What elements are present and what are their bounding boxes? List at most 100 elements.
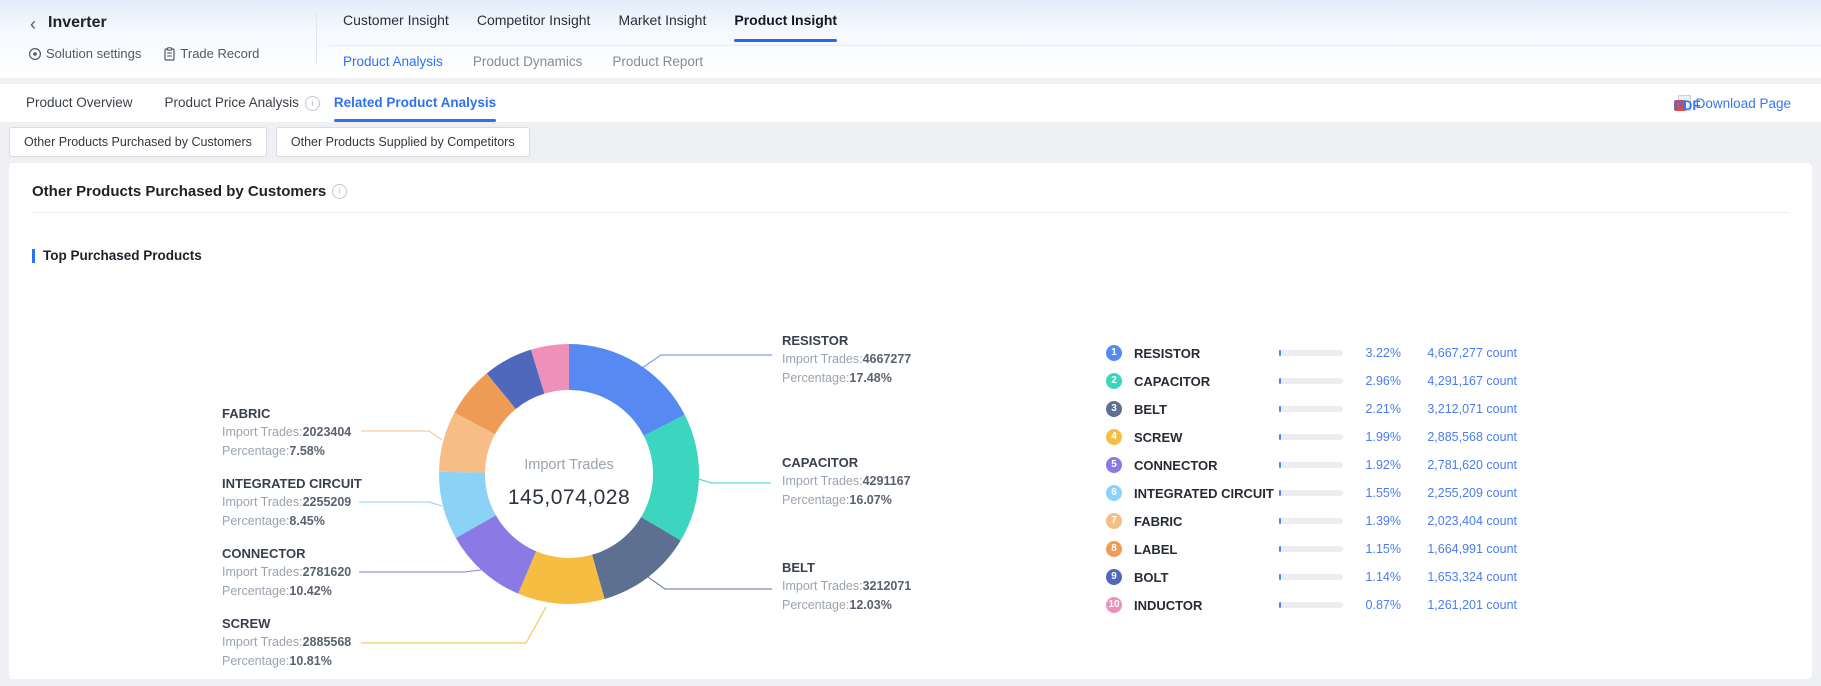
leader-line-connector (359, 570, 481, 572)
ranking-row[interactable]: 7 FABRIC 1.39% 2,023,404 count (1106, 507, 1518, 535)
info-icon[interactable]: i (305, 96, 320, 111)
trade-record-link[interactable]: Trade Record (163, 46, 259, 61)
page: ‹ Inverter Solution settings Trade Recor… (0, 0, 1821, 686)
page-title: Inverter (48, 14, 107, 32)
tab-customer-insight[interactable]: Customer Insight (343, 12, 449, 42)
tab-product-dynamics[interactable]: Product Dynamics (473, 54, 583, 69)
donut-center-value: 145,074,028 (469, 486, 669, 510)
rank-badge: 6 (1106, 485, 1122, 501)
rank-bar (1279, 518, 1343, 524)
rank-percent: 2.21% (1353, 402, 1401, 416)
rank-count[interactable]: 1,653,324 count (1411, 570, 1517, 584)
leader-line-fabric (361, 431, 442, 440)
tab-competitor-insight[interactable]: Competitor Insight (477, 12, 591, 42)
related-filter-buttons: Other Products Purchased by Customers Ot… (9, 127, 530, 157)
rank-percent: 3.22% (1353, 346, 1401, 360)
primary-tabs: Customer Insight Competitor Insight Mark… (343, 12, 837, 42)
tab-related-product-analysis[interactable]: Related Product Analysis (334, 84, 496, 122)
callout-screw: SCREW Import Trades:2885568 Percentage:1… (222, 614, 351, 671)
rank-badge: 7 (1106, 513, 1122, 529)
rank-name: CONNECTOR (1134, 458, 1274, 473)
back-chevron-icon[interactable]: ‹ (30, 14, 36, 35)
donut-slice-resistor[interactable] (569, 344, 685, 436)
analysis-toolbar: Product Overview Product Price Analysis … (0, 84, 1821, 122)
analysis-tabs: Product Overview Product Price Analysis … (26, 84, 496, 122)
rank-name: BOLT (1134, 570, 1274, 585)
secondary-tabs: Product Analysis Product Dynamics Produc… (343, 54, 703, 69)
rank-count[interactable]: 2,885,568 count (1411, 430, 1517, 444)
rank-percent: 1.39% (1353, 514, 1401, 528)
button-other-products-supplied[interactable]: Other Products Supplied by Competitors (276, 127, 530, 157)
rank-badge: 8 (1106, 541, 1122, 557)
callout-capacitor: CAPACITOR Import Trades:4291167 Percenta… (782, 453, 911, 510)
button-other-products-purchased[interactable]: Other Products Purchased by Customers (9, 127, 267, 157)
rank-count[interactable]: 1,664,991 count (1411, 542, 1517, 556)
ranking-row[interactable]: 1 RESISTOR 3.22% 4,667,277 count (1106, 339, 1518, 367)
ranking-list: 1 RESISTOR 3.22% 4,667,277 count 2 CAPAC… (1106, 339, 1518, 619)
trade-record-label: Trade Record (180, 46, 259, 61)
ranking-row[interactable]: 6 INTEGRATED CIRCUIT 1.55% 2,255,209 cou… (1106, 479, 1518, 507)
header-divider (316, 13, 317, 65)
donut-center-label: Import Trades 145,074,028 (469, 457, 669, 510)
callout-belt: BELT Import Trades:3212071 Percentage:12… (782, 558, 911, 615)
tab-product-analysis[interactable]: Product Analysis (343, 54, 443, 69)
rank-bar (1279, 602, 1343, 608)
chart-subtitle-label: Top Purchased Products (43, 248, 202, 263)
target-settings-icon (28, 47, 42, 61)
ranking-row[interactable]: 8 LABEL 1.15% 1,664,991 count (1106, 535, 1518, 563)
ranking-row[interactable]: 3 BELT 2.21% 3,212,071 count (1106, 395, 1518, 423)
donut-chart-region: Import Trades 145,074,028 FABRIC Import … (9, 273, 1812, 673)
section-info-icon[interactable]: i (332, 184, 347, 199)
rank-badge: 3 (1106, 401, 1122, 417)
rank-percent: 2.96% (1353, 374, 1401, 388)
leader-line-ic (359, 502, 442, 506)
ranking-row[interactable]: 2 CAPACITOR 2.96% 4,291,167 count (1106, 367, 1518, 395)
pdf-icon: PDF (1674, 95, 1691, 111)
ranking-row[interactable]: 4 SCREW 1.99% 2,885,568 count (1106, 423, 1518, 451)
tab-product-insight[interactable]: Product Insight (734, 12, 837, 42)
rank-percent: 0.87% (1353, 598, 1401, 612)
tab-product-price-analysis[interactable]: Product Price Analysis (165, 84, 299, 122)
rank-badge: 10 (1106, 597, 1122, 613)
rank-bar (1279, 490, 1343, 496)
ranking-row[interactable]: 5 CONNECTOR 1.92% 2,781,620 count (1106, 451, 1518, 479)
callout-resistor: RESISTOR Import Trades:4667277 Percentag… (782, 331, 911, 388)
clipboard-icon (163, 47, 176, 61)
rank-name: BELT (1134, 402, 1274, 417)
rank-bar (1279, 574, 1343, 580)
analysis-card: Other Products Purchased by Customers i … (9, 163, 1812, 679)
rank-count[interactable]: 2,255,209 count (1411, 486, 1517, 500)
callout-integrated-circuit: INTEGRATED CIRCUIT Import Trades:2255209… (222, 474, 362, 531)
leader-line-belt (648, 577, 772, 589)
rank-badge: 2 (1106, 373, 1122, 389)
rank-count[interactable]: 2,781,620 count (1411, 458, 1517, 472)
rank-badge: 9 (1106, 569, 1122, 585)
rank-badge: 4 (1106, 429, 1122, 445)
rank-count[interactable]: 2,023,404 count (1411, 514, 1517, 528)
ranking-row[interactable]: 10 INDUCTOR 0.87% 1,261,201 count (1106, 591, 1518, 619)
rank-name: INDUCTOR (1134, 598, 1274, 613)
rank-count[interactable]: 4,291,167 count (1411, 374, 1517, 388)
tab-market-insight[interactable]: Market Insight (618, 12, 706, 42)
rank-percent: 1.15% (1353, 542, 1401, 556)
chart-subtitle: Top Purchased Products (32, 248, 202, 263)
tabs-underline-track (330, 45, 1821, 46)
tab-product-report[interactable]: Product Report (612, 54, 703, 69)
section-title: Other Products Purchased by Customers (32, 183, 326, 200)
app-header: ‹ Inverter Solution settings Trade Recor… (0, 0, 1821, 78)
ranking-row[interactable]: 9 BOLT 1.14% 1,653,324 count (1106, 563, 1518, 591)
rank-badge: 5 (1106, 457, 1122, 473)
tab-product-overview[interactable]: Product Overview (26, 84, 133, 122)
header-quick-links: Solution settings Trade Record (28, 46, 259, 61)
rank-count[interactable]: 1,261,201 count (1411, 598, 1517, 612)
accent-bar (32, 249, 35, 263)
rank-bar (1279, 434, 1343, 440)
rank-count[interactable]: 3,212,071 count (1411, 402, 1517, 416)
rank-percent: 1.55% (1353, 486, 1401, 500)
rank-count[interactable]: 4,667,277 count (1411, 346, 1517, 360)
rank-name: RESISTOR (1134, 346, 1274, 361)
download-page-button[interactable]: PDF Download Page (1674, 84, 1791, 122)
callout-connector: CONNECTOR Import Trades:2781620 Percenta… (222, 544, 351, 601)
rank-bar (1279, 546, 1343, 552)
solution-settings-link[interactable]: Solution settings (28, 46, 141, 61)
